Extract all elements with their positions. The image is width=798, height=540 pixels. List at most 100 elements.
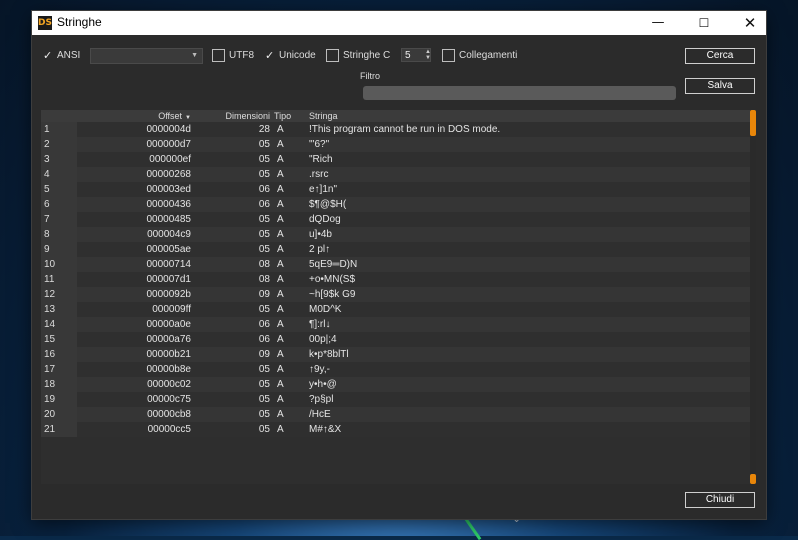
row-index: 1 — [41, 122, 77, 137]
table-row[interactable]: 16 00000b21 09 Ak•p*8blTl — [41, 347, 750, 362]
chevron-down-icon: ▼ — [191, 52, 198, 59]
minimize-button[interactable]: — — [638, 11, 678, 35]
column-header-stringa[interactable]: Stringa — [309, 110, 338, 122]
table-row[interactable]: 13 000009ff 05 A M0D^K — [41, 302, 750, 317]
type-cell: A — [277, 244, 284, 255]
row-index: 19 — [41, 392, 77, 407]
offset-cell: 00000268 — [146, 169, 192, 180]
table-row[interactable]: 2 000000d7 05 A "'6?" — [41, 137, 750, 152]
maximize-button[interactable]: ☐ — [684, 11, 724, 35]
scroll-down-arrow[interactable] — [750, 474, 756, 484]
table-row[interactable]: 8 000004c9 05 Au]•4b — [41, 227, 750, 242]
size-cell: 05 — [258, 394, 270, 405]
string-cell: u]•4b — [309, 229, 332, 240]
offset-cell: 00000cc5 — [147, 424, 191, 435]
offset-cell: 000007d1 — [146, 274, 192, 285]
table-row[interactable]: 17 00000b8e 05 A ↑9y,- — [41, 362, 750, 377]
table-row[interactable]: 11 000007d1 08 A +o•MN(S$ — [41, 272, 750, 287]
ansi-label[interactable]: ANSI — [57, 50, 80, 61]
size-cell: 06 — [258, 184, 270, 195]
stringhe-c-label[interactable]: Stringhe C — [343, 50, 390, 61]
size-cell: 05 — [258, 379, 270, 390]
string-cell: .rsrc — [309, 169, 329, 180]
table-body: 1 0000004d 28 A !This program cannot be run … — [41, 122, 750, 437]
scrollbar-thumb[interactable] — [750, 110, 756, 136]
table-row[interactable]: 21 00000cc5 05 A M#↑&X — [41, 422, 750, 437]
table-row[interactable]: 4 00000268 05 A .rsrc — [41, 167, 750, 182]
string-cell: $¶@$H( — [309, 199, 347, 210]
column-header-tipo[interactable]: Tipo — [274, 110, 291, 122]
table-row[interactable]: 18 00000c02 05 Ay•h•@ — [41, 377, 750, 392]
size-cell: 06 — [258, 334, 270, 345]
offset-cell: 000000ef — [149, 154, 191, 165]
offset-cell: 00000cb8 — [147, 409, 191, 420]
type-cell: A — [277, 154, 284, 165]
table-row[interactable]: 3 000000ef 05 A "Rich — [41, 152, 750, 167]
type-cell: A — [277, 319, 284, 330]
table-row[interactable]: 1 0000004d 28 A !This program cannot be run … — [41, 122, 750, 137]
row-index: 15 — [41, 332, 77, 347]
collegamenti-checkbox[interactable] — [442, 49, 455, 62]
table-row[interactable]: 19 00000c75 05 A ?p§pl — [41, 392, 750, 407]
table-row[interactable]: 6 00000436 06 A $¶@$H( — [41, 197, 750, 212]
column-header-offset[interactable]: Offset ▼ — [77, 110, 191, 122]
offset-cell: 000003ed — [146, 184, 192, 195]
utf8-label[interactable]: UTF8 — [229, 50, 254, 61]
window-title: Stringhe — [57, 15, 102, 29]
table-row[interactable]: 9 000005ae 05 A 2 pl↑ — [41, 242, 750, 257]
size-cell: 08 — [258, 274, 270, 285]
filter-input[interactable] — [363, 86, 676, 100]
offset-cell: 00000b21 — [146, 349, 192, 360]
spin-arrows-icon[interactable]: ▲ ▼ — [424, 49, 432, 61]
row-index: 14 — [41, 317, 77, 332]
string-cell: e↑]1n" — [309, 184, 338, 195]
utf8-checkbox[interactable] — [212, 49, 225, 62]
app-icon: DS — [38, 16, 52, 30]
size-cell: 06 — [258, 319, 270, 330]
size-cell: 05 — [258, 154, 270, 165]
type-cell: A — [277, 169, 284, 180]
table-row[interactable]: 20 00000cb8 05 A/HcE — [41, 407, 750, 422]
stringhe-c-checkbox[interactable] — [326, 49, 339, 62]
table-row[interactable]: 10 00000714 08 A 5qE9═D)N — [41, 257, 750, 272]
offset-cell: 00000b8e — [146, 364, 192, 375]
close-dialog-button[interactable]: Chiudi — [685, 492, 755, 508]
ansi-checkmark-icon[interactable]: ✓ — [43, 49, 52, 62]
search-button[interactable]: Cerca — [685, 48, 755, 64]
string-cell: 2 pl↑ — [309, 244, 331, 255]
column-header-dimensioni[interactable]: Dimensioni — [191, 110, 270, 122]
string-cell: y•h•@ — [309, 379, 337, 390]
type-cell: A — [277, 364, 284, 375]
string-cell: "Rich — [309, 154, 333, 165]
string-cell: 00p|;4 — [309, 334, 337, 345]
ansi-codepage-select[interactable]: ▼ — [90, 48, 203, 64]
offset-cell: 00000c75 — [147, 394, 191, 405]
unicode-label[interactable]: Unicode — [279, 50, 316, 61]
save-button[interactable]: Salva — [685, 78, 755, 94]
string-cell: dQDog — [309, 214, 341, 225]
table-row[interactable]: 7 00000485 05 AdQDog — [41, 212, 750, 227]
unicode-checkmark-icon[interactable]: ✓ — [265, 49, 274, 62]
size-cell: 05 — [258, 169, 270, 180]
vertical-scrollbar[interactable] — [750, 110, 756, 484]
row-index: 18 — [41, 377, 77, 392]
row-index: 21 — [41, 422, 77, 437]
offset-cell: 00000c02 — [147, 379, 191, 390]
table-row[interactable]: 15 00000a76 06 A 00p|;4 — [41, 332, 750, 347]
size-cell: 06 — [258, 199, 270, 210]
offset-cell: 0000092b — [146, 289, 192, 300]
table-row[interactable]: 12 0000092b 09 A ~h[9$k G9 — [41, 287, 750, 302]
table-row[interactable]: 14 00000a0e 06 A ¶]:rl↓ — [41, 317, 750, 332]
close-button[interactable]: ✕ — [730, 11, 770, 35]
row-index: 13 — [41, 302, 77, 317]
size-cell: 05 — [258, 304, 270, 315]
offset-cell: 000005ae — [146, 244, 192, 255]
row-index: 7 — [41, 212, 77, 227]
offset-cell: 00000a76 — [146, 334, 192, 345]
offset-cell: 0000004d — [146, 124, 192, 135]
offset-cell: 00000a0e — [146, 319, 192, 330]
row-index: 5 — [41, 182, 77, 197]
table-row[interactable]: 5 000003ed 06 Ae↑]1n" — [41, 182, 750, 197]
row-index: 10 — [41, 257, 77, 272]
collegamenti-label[interactable]: Collegamenti — [459, 50, 517, 61]
